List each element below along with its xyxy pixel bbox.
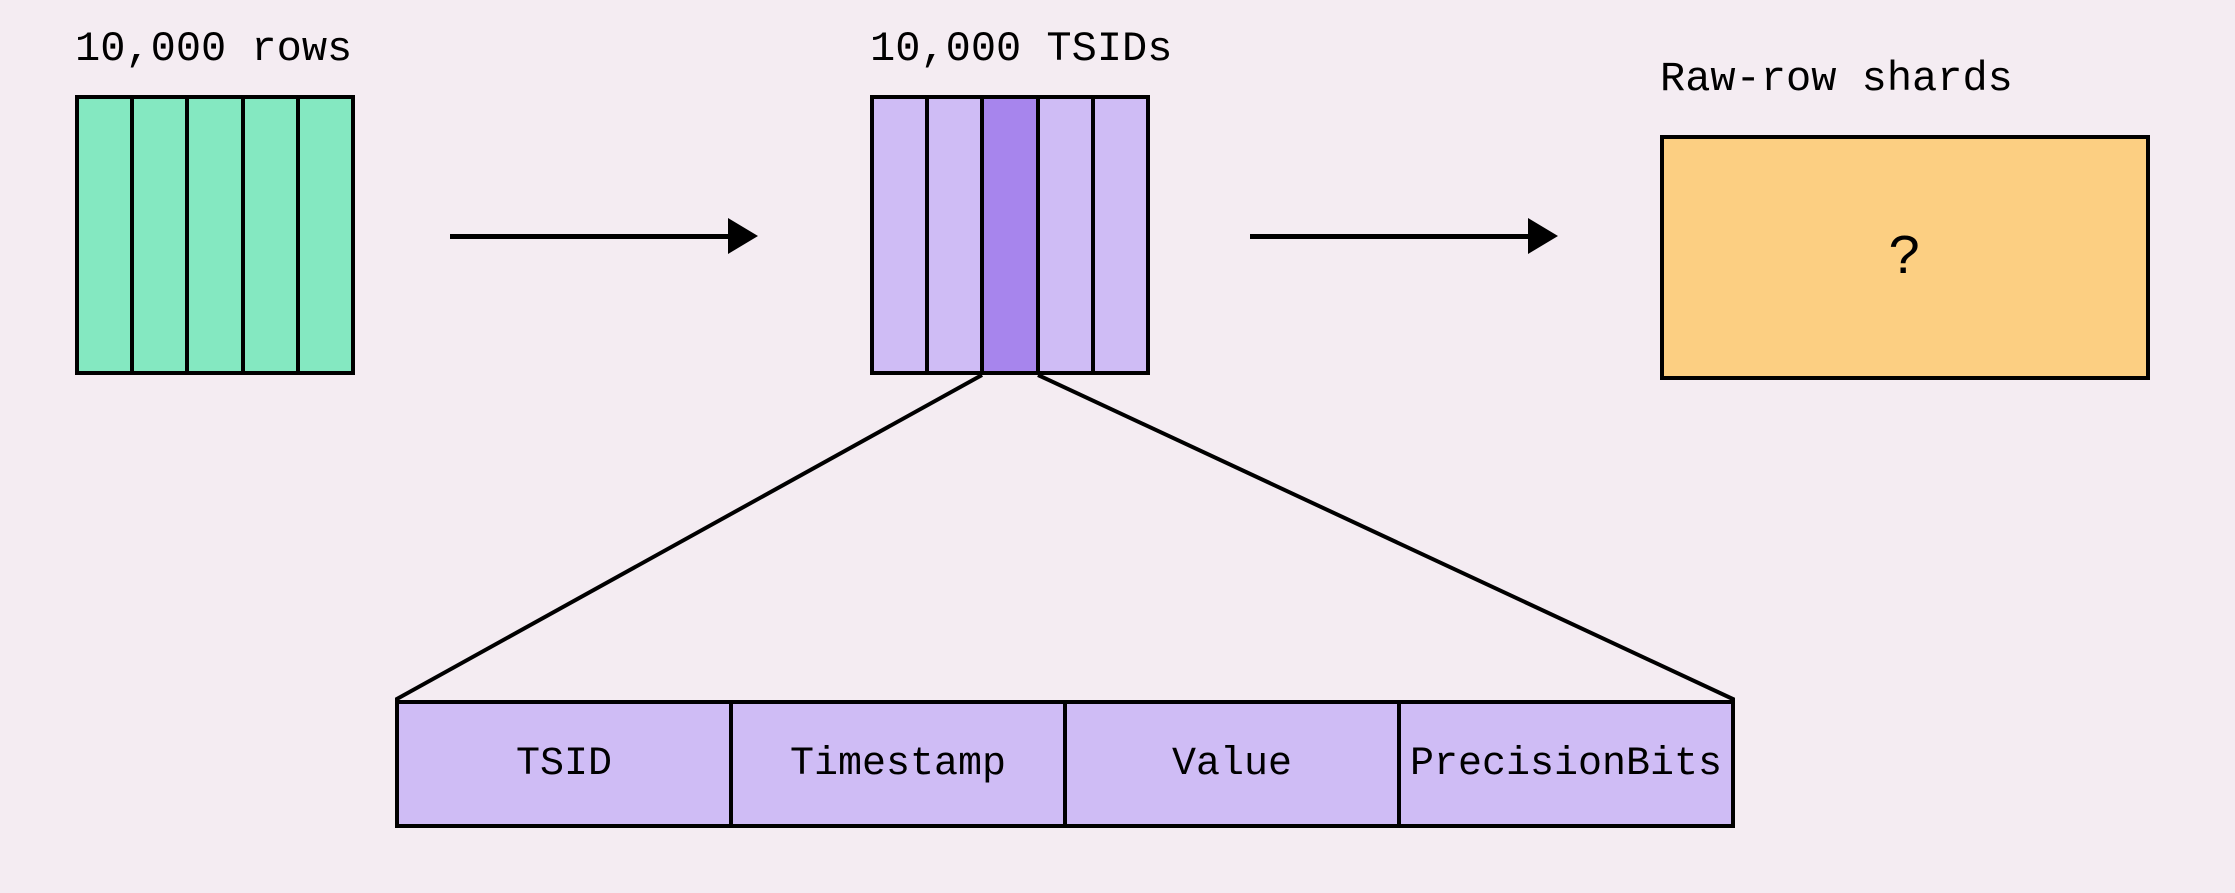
arrow-line [1250, 234, 1530, 239]
shards-box: ? [1660, 135, 2150, 380]
rows-label: 10,000 rows [75, 25, 352, 73]
row-column [189, 95, 244, 375]
shards-label: Raw-row shards [1660, 55, 2013, 103]
detail-field-timestamp: Timestamp [733, 700, 1067, 828]
tsid-column [1040, 95, 1095, 375]
tsid-column [929, 95, 984, 375]
row-column [300, 95, 355, 375]
arrow-rows-to-tsids [450, 218, 758, 254]
detail-field-value: Value [1067, 700, 1401, 828]
detail-field-precisionbits: PrecisionBits [1401, 700, 1735, 828]
arrow-line [450, 234, 730, 239]
row-column [75, 95, 134, 375]
tsid-detail-row: TSID Timestamp Value PrecisionBits [395, 700, 1735, 828]
zoom-connector-lines [395, 375, 1735, 705]
rows-box [75, 95, 355, 375]
detail-field-tsid: TSID [395, 700, 733, 828]
tsids-label: 10,000 TSIDs [870, 25, 1172, 73]
row-column [134, 95, 189, 375]
tsids-box [870, 95, 1150, 375]
tsid-column-highlight [984, 95, 1039, 375]
shards-content: ? [1888, 226, 1922, 290]
arrow-head-icon [1528, 218, 1558, 254]
tsid-column [870, 95, 929, 375]
row-column [245, 95, 300, 375]
arrow-head-icon [728, 218, 758, 254]
arrow-tsids-to-shards [1250, 218, 1558, 254]
tsid-column [1095, 95, 1150, 375]
